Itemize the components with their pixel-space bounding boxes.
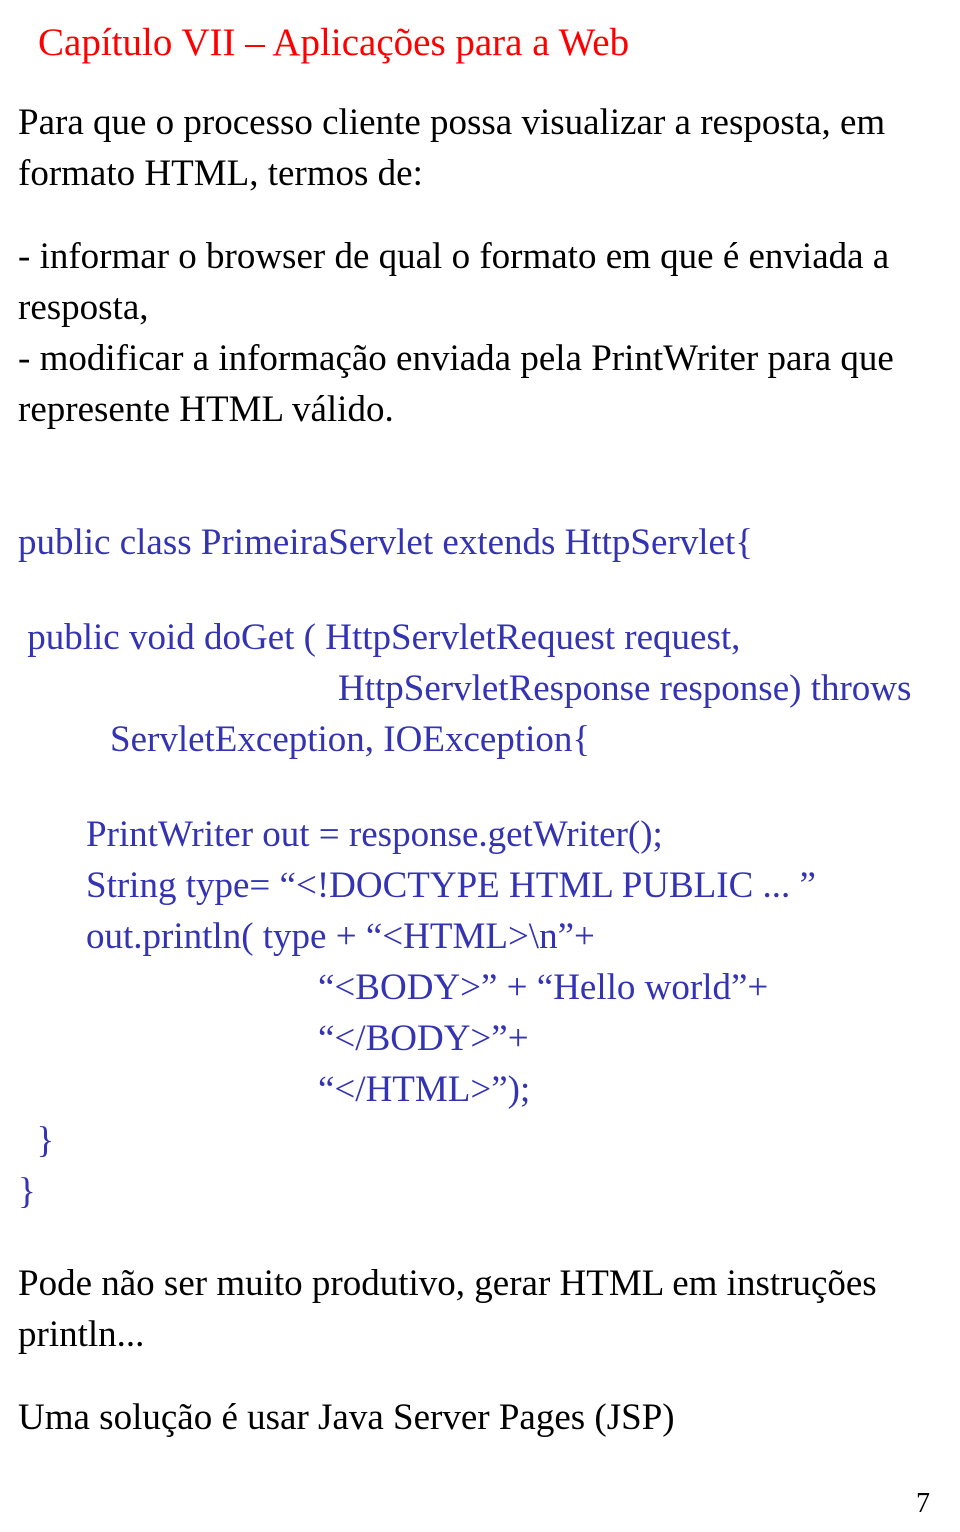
code-line: “<BODY>” + “Hello world”+	[18, 962, 932, 1013]
code-line: ServletException, IOException{	[18, 714, 932, 765]
conclusion-1: Pode não ser muito produtivo, gerar HTML…	[18, 1258, 932, 1360]
code-line: String type= “<!DOCTYPE HTML PUBLIC ... …	[18, 860, 932, 911]
bullet-list: - informar o browser de qual o formato e…	[18, 231, 932, 435]
chapter-title: Capítulo VII – Aplicações para a Web	[38, 18, 932, 69]
code-line: }	[18, 1166, 932, 1217]
code-line: out.println( type + “<HTML>\n”+	[18, 911, 932, 962]
intro-paragraph: Para que o processo cliente possa visual…	[18, 97, 932, 199]
code-line: “</HTML>”);	[18, 1064, 932, 1115]
code-line: PrintWriter out = response.getWriter();	[18, 809, 932, 860]
code-line: }	[18, 1115, 932, 1166]
code-line: “</BODY>”+	[18, 1013, 932, 1064]
code-line: HttpServletResponse response) throws	[18, 663, 932, 714]
code-line: public class PrimeiraServlet extends Htt…	[18, 517, 932, 568]
conclusion-2: Uma solução é usar Java Server Pages (JS…	[18, 1392, 932, 1443]
page: Capítulo VII – Aplicações para a Web Par…	[0, 0, 960, 1532]
page-number: 7	[916, 1488, 930, 1520]
code-line: public void doGet ( HttpServletRequest r…	[18, 612, 932, 663]
code-block: public class PrimeiraServlet extends Htt…	[18, 517, 932, 1218]
